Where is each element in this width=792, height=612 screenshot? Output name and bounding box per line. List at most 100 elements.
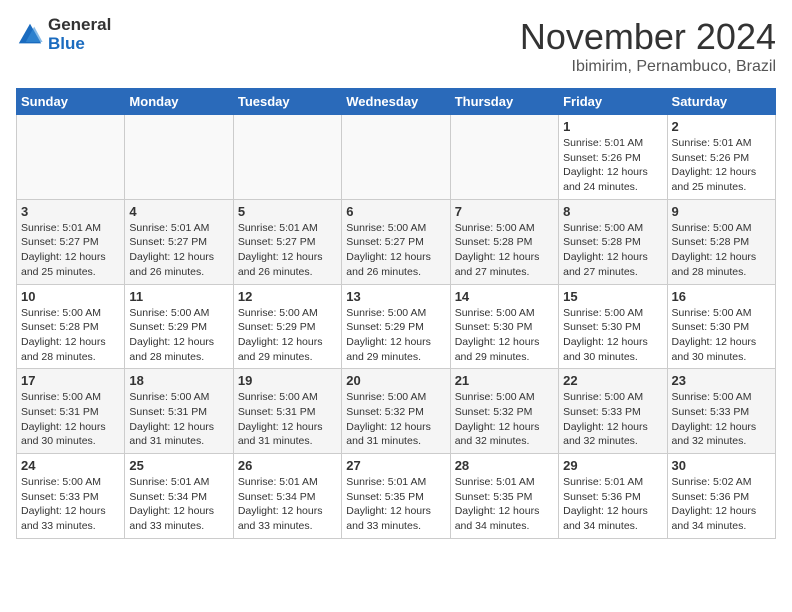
weekday-header: Saturday	[667, 89, 775, 115]
title-area: November 2024 Ibimirim, Pernambuco, Braz…	[520, 16, 776, 76]
calendar-cell: 11 Sunrise: 5:00 AM Sunset: 5:29 PM Dayli…	[125, 284, 233, 369]
day-info: Sunrise: 5:01 AM Sunset: 5:34 PM Dayligh…	[129, 475, 228, 534]
calendar-cell: 16 Sunrise: 5:00 AM Sunset: 5:30 PM Dayli…	[667, 284, 775, 369]
day-info: Sunrise: 5:00 AM Sunset: 5:29 PM Dayligh…	[346, 306, 445, 365]
logo-blue-text: Blue	[48, 35, 111, 54]
day-number: 15	[563, 289, 662, 304]
calendar-week-row: 24 Sunrise: 5:00 AM Sunset: 5:33 PM Dayli…	[17, 454, 776, 539]
day-number: 14	[455, 289, 554, 304]
day-info: Sunrise: 5:00 AM Sunset: 5:33 PM Dayligh…	[672, 390, 771, 449]
calendar-cell: 22 Sunrise: 5:00 AM Sunset: 5:33 PM Dayli…	[559, 369, 667, 454]
logo-general-text: General	[48, 16, 111, 35]
calendar-cell: 5 Sunrise: 5:01 AM Sunset: 5:27 PM Daylig…	[233, 199, 341, 284]
day-info: Sunrise: 5:00 AM Sunset: 5:31 PM Dayligh…	[238, 390, 337, 449]
day-info: Sunrise: 5:00 AM Sunset: 5:31 PM Dayligh…	[21, 390, 120, 449]
day-number: 28	[455, 458, 554, 473]
calendar-week-row: 10 Sunrise: 5:00 AM Sunset: 5:28 PM Dayli…	[17, 284, 776, 369]
logo: General Blue	[16, 16, 111, 53]
day-number: 25	[129, 458, 228, 473]
day-info: Sunrise: 5:00 AM Sunset: 5:31 PM Dayligh…	[129, 390, 228, 449]
calendar-cell: 18 Sunrise: 5:00 AM Sunset: 5:31 PM Dayli…	[125, 369, 233, 454]
day-number: 22	[563, 373, 662, 388]
day-number: 20	[346, 373, 445, 388]
day-info: Sunrise: 5:02 AM Sunset: 5:36 PM Dayligh…	[672, 475, 771, 534]
day-info: Sunrise: 5:00 AM Sunset: 5:32 PM Dayligh…	[346, 390, 445, 449]
day-info: Sunrise: 5:00 AM Sunset: 5:33 PM Dayligh…	[21, 475, 120, 534]
calendar-cell: 7 Sunrise: 5:00 AM Sunset: 5:28 PM Daylig…	[450, 199, 558, 284]
calendar-cell: 24 Sunrise: 5:00 AM Sunset: 5:33 PM Dayli…	[17, 454, 125, 539]
day-info: Sunrise: 5:01 AM Sunset: 5:35 PM Dayligh…	[455, 475, 554, 534]
day-info: Sunrise: 5:01 AM Sunset: 5:27 PM Dayligh…	[238, 221, 337, 280]
day-number: 12	[238, 289, 337, 304]
day-info: Sunrise: 5:00 AM Sunset: 5:28 PM Dayligh…	[672, 221, 771, 280]
calendar-cell	[233, 115, 341, 200]
day-number: 11	[129, 289, 228, 304]
calendar-week-row: 17 Sunrise: 5:00 AM Sunset: 5:31 PM Dayli…	[17, 369, 776, 454]
day-number: 10	[21, 289, 120, 304]
day-info: Sunrise: 5:00 AM Sunset: 5:28 PM Dayligh…	[455, 221, 554, 280]
day-info: Sunrise: 5:00 AM Sunset: 5:29 PM Dayligh…	[129, 306, 228, 365]
day-number: 21	[455, 373, 554, 388]
day-number: 24	[21, 458, 120, 473]
day-info: Sunrise: 5:01 AM Sunset: 5:36 PM Dayligh…	[563, 475, 662, 534]
day-info: Sunrise: 5:01 AM Sunset: 5:26 PM Dayligh…	[563, 136, 662, 195]
day-info: Sunrise: 5:00 AM Sunset: 5:30 PM Dayligh…	[563, 306, 662, 365]
day-info: Sunrise: 5:01 AM Sunset: 5:27 PM Dayligh…	[21, 221, 120, 280]
day-number: 9	[672, 204, 771, 219]
calendar-cell	[17, 115, 125, 200]
calendar-cell: 25 Sunrise: 5:01 AM Sunset: 5:34 PM Dayli…	[125, 454, 233, 539]
day-number: 17	[21, 373, 120, 388]
day-info: Sunrise: 5:01 AM Sunset: 5:26 PM Dayligh…	[672, 136, 771, 195]
weekday-header-row: SundayMondayTuesdayWednesdayThursdayFrid…	[17, 89, 776, 115]
day-number: 2	[672, 119, 771, 134]
calendar-cell: 30Sunrise: 5:02 AM Sunset: 5:36 PM Dayli…	[667, 454, 775, 539]
day-info: Sunrise: 5:00 AM Sunset: 5:33 PM Dayligh…	[563, 390, 662, 449]
day-info: Sunrise: 5:01 AM Sunset: 5:34 PM Dayligh…	[238, 475, 337, 534]
calendar-cell: 10 Sunrise: 5:00 AM Sunset: 5:28 PM Dayli…	[17, 284, 125, 369]
calendar-cell: 2 Sunrise: 5:01 AM Sunset: 5:26 PM Daylig…	[667, 115, 775, 200]
day-info: Sunrise: 5:01 AM Sunset: 5:35 PM Dayligh…	[346, 475, 445, 534]
day-number: 3	[21, 204, 120, 219]
calendar-cell: 28 Sunrise: 5:01 AM Sunset: 5:35 PM Dayli…	[450, 454, 558, 539]
logo-icon	[16, 21, 44, 49]
day-number: 16	[672, 289, 771, 304]
day-number: 5	[238, 204, 337, 219]
calendar-cell: 12 Sunrise: 5:00 AM Sunset: 5:29 PM Dayli…	[233, 284, 341, 369]
day-number: 18	[129, 373, 228, 388]
day-info: Sunrise: 5:00 AM Sunset: 5:30 PM Dayligh…	[672, 306, 771, 365]
day-number: 19	[238, 373, 337, 388]
calendar-cell: 20 Sunrise: 5:00 AM Sunset: 5:32 PM Dayli…	[342, 369, 450, 454]
calendar-cell: 14 Sunrise: 5:00 AM Sunset: 5:30 PM Dayli…	[450, 284, 558, 369]
calendar-cell: 6 Sunrise: 5:00 AM Sunset: 5:27 PM Daylig…	[342, 199, 450, 284]
calendar-cell: 23 Sunrise: 5:00 AM Sunset: 5:33 PM Dayli…	[667, 369, 775, 454]
weekday-header: Wednesday	[342, 89, 450, 115]
calendar-cell: 21 Sunrise: 5:00 AM Sunset: 5:32 PM Dayli…	[450, 369, 558, 454]
day-number: 4	[129, 204, 228, 219]
calendar-cell: 26Sunrise: 5:01 AM Sunset: 5:34 PM Dayli…	[233, 454, 341, 539]
calendar-table: SundayMondayTuesdayWednesdayThursdayFrid…	[16, 88, 776, 539]
day-number: 7	[455, 204, 554, 219]
weekday-header: Friday	[559, 89, 667, 115]
day-info: Sunrise: 5:00 AM Sunset: 5:30 PM Dayligh…	[455, 306, 554, 365]
calendar-cell: 4 Sunrise: 5:01 AM Sunset: 5:27 PM Daylig…	[125, 199, 233, 284]
calendar-week-row: 3 Sunrise: 5:01 AM Sunset: 5:27 PM Daylig…	[17, 199, 776, 284]
day-info: Sunrise: 5:00 AM Sunset: 5:27 PM Dayligh…	[346, 221, 445, 280]
weekday-header: Thursday	[450, 89, 558, 115]
weekday-header: Monday	[125, 89, 233, 115]
day-number: 27	[346, 458, 445, 473]
location-title: Ibimirim, Pernambuco, Brazil	[520, 58, 776, 76]
day-info: Sunrise: 5:01 AM Sunset: 5:27 PM Dayligh…	[129, 221, 228, 280]
day-info: Sunrise: 5:00 AM Sunset: 5:28 PM Dayligh…	[563, 221, 662, 280]
day-number: 23	[672, 373, 771, 388]
calendar-cell: 1Sunrise: 5:01 AM Sunset: 5:26 PM Daylig…	[559, 115, 667, 200]
day-info: Sunrise: 5:00 AM Sunset: 5:32 PM Dayligh…	[455, 390, 554, 449]
page-header: General Blue November 2024 Ibimirim, Per…	[16, 16, 776, 76]
calendar-cell	[342, 115, 450, 200]
calendar-cell: 29Sunrise: 5:01 AM Sunset: 5:36 PM Dayli…	[559, 454, 667, 539]
day-info: Sunrise: 5:00 AM Sunset: 5:29 PM Dayligh…	[238, 306, 337, 365]
calendar-cell: 17 Sunrise: 5:00 AM Sunset: 5:31 PM Dayli…	[17, 369, 125, 454]
month-title: November 2024	[520, 16, 776, 58]
calendar-cell	[450, 115, 558, 200]
day-info: Sunrise: 5:00 AM Sunset: 5:28 PM Dayligh…	[21, 306, 120, 365]
day-number: 6	[346, 204, 445, 219]
